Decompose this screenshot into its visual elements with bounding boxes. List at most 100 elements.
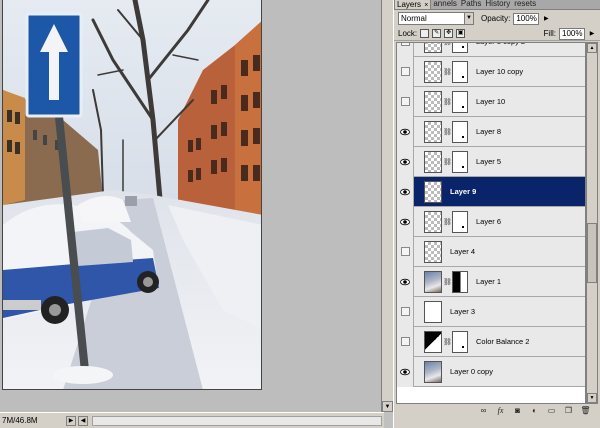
fill-field[interactable]: 100%	[559, 27, 585, 40]
tab-layers[interactable]: Layers ×	[394, 0, 432, 9]
canvas-vertical-scrollbar[interactable]: ▼	[381, 0, 393, 412]
layer-row[interactable]: ⛓ Layer 1	[397, 266, 585, 297]
layer-thumbnail[interactable]	[424, 180, 442, 203]
blend-mode-value: Normal	[401, 14, 427, 23]
layer-visibility-toggle[interactable]	[397, 116, 414, 147]
lock-transparency-icon[interactable]	[420, 29, 430, 38]
scroll-left-arrow-icon[interactable]: ◀	[78, 415, 88, 426]
mask-link-chain-icon[interactable]: ⛓	[443, 128, 452, 136]
winter-street-photo	[3, 0, 261, 389]
layer-visibility-toggle[interactable]	[397, 146, 414, 177]
layer-visibility-toggle[interactable]	[397, 86, 414, 117]
lock-label: Lock:	[398, 29, 418, 38]
layer-row[interactable]: ⛓ Layer 8	[397, 116, 585, 147]
lock-position-move-icon[interactable]: ✥	[444, 29, 454, 38]
layer-thumbnail[interactable]	[424, 60, 442, 83]
mask-link-chain-icon[interactable]: ⛓	[443, 218, 452, 226]
layer-visibility-toggle[interactable]	[397, 236, 414, 267]
layer-thumbnail[interactable]	[424, 300, 442, 323]
scroll-down-arrow-icon[interactable]: ▼	[587, 393, 597, 403]
lock-all-padlock-icon[interactable]: ▣	[456, 29, 466, 38]
layer-row[interactable]: Layer 9	[397, 176, 585, 207]
mask-mark	[462, 135, 464, 138]
opacity-slider-arrow-icon[interactable]: ▶	[542, 13, 550, 25]
layer-thumbnail[interactable]	[424, 270, 442, 293]
layer-visibility-toggle[interactable]	[397, 356, 414, 387]
blend-mode-select[interactable]: Normal ▼	[398, 12, 474, 25]
layer-visibility-toggle[interactable]	[397, 266, 414, 297]
layer-mask-thumbnail[interactable]	[452, 120, 468, 143]
opacity-field[interactable]: 100%	[513, 12, 540, 25]
layer-thumbnail[interactable]	[424, 240, 442, 263]
layer-row[interactable]: ⛓ Layer 8 copy 2	[397, 43, 585, 57]
layer-name: Color Balance 2	[476, 337, 530, 346]
layer-row[interactable]: ⛓ Color Balance 2	[397, 326, 585, 357]
layer-thumbnail[interactable]	[424, 43, 442, 53]
layer-mask-thumbnail[interactable]	[452, 43, 468, 53]
eye-icon	[400, 218, 410, 225]
layer-visibility-toggle[interactable]	[397, 326, 414, 357]
hidden-visibility-box-icon	[400, 337, 410, 346]
layer-list[interactable]: ⛓ Layer 8 copy 2 ⛓ Layer 10 copy ⛓ Layer 10 ⛓ L…	[396, 42, 586, 404]
mask-link-chain-icon[interactable]: ⛓	[443, 43, 452, 46]
new-layer-icon[interactable]: ❐	[563, 406, 574, 416]
layer-mask-thumbnail[interactable]	[452, 60, 468, 83]
lock-pixels-brush-icon[interactable]: ✎	[432, 29, 442, 38]
layer-mask-thumbnail[interactable]	[452, 330, 468, 353]
delete-layer-trash-icon[interactable]: 🗑	[580, 406, 591, 416]
tab-paths[interactable]: Paths	[459, 0, 483, 9]
add-mask-icon[interactable]: ◙	[512, 406, 523, 416]
scroll-down-arrow-icon[interactable]: ▼	[382, 401, 393, 412]
document-canvas-area[interactable]: ▼ 7M/46.8M ▶ ◀	[0, 0, 393, 428]
layer-row[interactable]: Layer 4	[397, 236, 585, 267]
layer-options-row: Normal ▼ Opacity: 100% ▶	[394, 10, 600, 27]
layer-mask-thumbnail[interactable]	[452, 150, 468, 173]
layer-row[interactable]: Layer 3	[397, 296, 585, 327]
add-layer-style-icon[interactable]: fx	[495, 406, 506, 416]
new-group-folder-icon[interactable]: ▭	[546, 406, 557, 416]
layer-visibility-toggle[interactable]	[397, 43, 414, 57]
layer-thumbnail[interactable]	[424, 150, 442, 173]
layer-row[interactable]: ⛓ Layer 10	[397, 86, 585, 117]
tab-presets[interactable]: resets	[512, 0, 538, 9]
layer-mask-thumbnail[interactable]	[452, 90, 468, 113]
tab-channels[interactable]: annels	[431, 0, 459, 9]
layer-visibility-toggle[interactable]	[397, 296, 414, 327]
mask-link-chain-icon[interactable]: ⛓	[443, 68, 452, 76]
fill-slider-arrow-icon[interactable]: ▶	[588, 28, 596, 40]
layer-mask-thumbnail[interactable]	[452, 210, 468, 233]
layer-name: Layer 1	[476, 277, 502, 286]
layer-thumbnail[interactable]	[424, 90, 442, 113]
layer-mask-thumbnail[interactable]	[452, 270, 468, 293]
eye-icon	[400, 188, 410, 195]
document-image[interactable]	[2, 0, 262, 390]
layer-thumbnail[interactable]	[424, 210, 442, 233]
layer-row[interactable]: ⛓ Layer 6	[397, 206, 585, 237]
mask-link-chain-icon[interactable]: ⛓	[443, 278, 452, 286]
layer-row[interactable]: Layer 0 copy	[397, 356, 585, 387]
layer-visibility-toggle[interactable]	[397, 206, 414, 237]
canvas-horizontal-scrollbar[interactable]	[92, 415, 382, 426]
link-layers-icon[interactable]: ∞	[478, 406, 489, 416]
layer-thumbnail[interactable]	[424, 360, 442, 383]
chevron-down-icon: ▼	[464, 13, 473, 24]
layer-visibility-toggle[interactable]	[397, 56, 414, 87]
mask-link-chain-icon[interactable]: ⛓	[443, 338, 452, 346]
adjustment-layer-icon[interactable]	[424, 330, 442, 353]
close-icon[interactable]: ×	[424, 2, 428, 9]
layer-list-scrollbar[interactable]: ▲ ▼	[586, 42, 598, 404]
layer-visibility-toggle[interactable]	[397, 176, 414, 207]
hidden-visibility-box-icon	[400, 247, 410, 256]
scroll-up-arrow-icon[interactable]: ▲	[587, 43, 597, 53]
eye-icon	[400, 368, 410, 375]
layer-row[interactable]: ⛓ Layer 10 copy	[397, 56, 585, 87]
layer-thumbnail[interactable]	[424, 120, 442, 143]
scrollbar-thumb[interactable]	[587, 223, 597, 283]
tab-history[interactable]: History	[483, 0, 512, 9]
layer-row[interactable]: ⛓ Layer 5	[397, 146, 585, 177]
eye-icon	[400, 158, 410, 165]
mask-link-chain-icon[interactable]: ⛓	[443, 158, 452, 166]
mask-link-chain-icon[interactable]: ⛓	[443, 98, 452, 106]
new-adjustment-layer-icon[interactable]: ◐	[529, 406, 540, 416]
status-menu-arrow-icon[interactable]: ▶	[66, 415, 76, 426]
